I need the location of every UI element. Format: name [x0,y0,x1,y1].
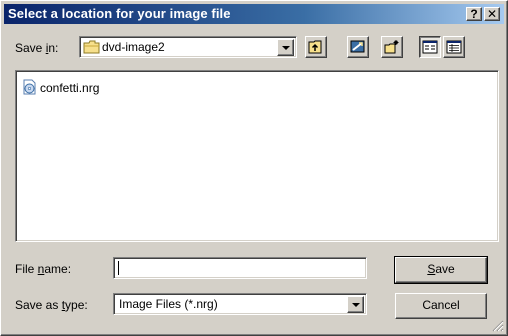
file-list[interactable]: confetti.nrg [15,70,499,242]
list-view-icon [422,40,438,54]
close-button[interactable]: ✕ [484,7,500,21]
save-as-type-label: Save as type: [15,298,88,312]
save-in-combo[interactable]: dvd-image2 [79,36,297,58]
chevron-down-icon[interactable] [277,39,294,56]
chevron-down-icon[interactable] [347,296,364,313]
save-as-type-value: Image Files (*.nrg) [119,297,218,311]
details-view-icon [446,40,462,54]
details-view-button[interactable] [443,36,465,58]
file-name-label: File name: [15,262,72,276]
up-one-level-button[interactable] [305,36,327,58]
save-as-type-select[interactable]: Image Files (*.nrg) [113,293,367,315]
dialog-title: Select a location for your image file [8,6,231,21]
title-bar[interactable]: Select a location for your image file ? … [4,4,504,24]
text-cursor [118,261,119,275]
save-button[interactable]: Save [394,256,488,284]
desktop-button[interactable] [347,36,369,58]
save-in-value: dvd-image2 [102,40,165,54]
desktop-icon [350,40,365,53]
resize-grip-icon[interactable] [492,320,504,332]
save-in-label: Save in: [15,41,59,55]
file-name-input[interactable] [113,257,367,279]
save-dialog: Select a location for your image file ? … [0,0,508,336]
up-one-level-icon [308,40,322,54]
new-folder-button[interactable] [381,36,403,58]
folder-icon [83,40,100,54]
list-view-button[interactable] [419,36,441,58]
help-button[interactable]: ? [466,7,482,21]
cancel-button[interactable]: Cancel [395,293,487,319]
file-name-text: confetti.nrg [40,81,100,95]
new-folder-icon [384,40,399,54]
nrg-file-icon [23,79,36,95]
